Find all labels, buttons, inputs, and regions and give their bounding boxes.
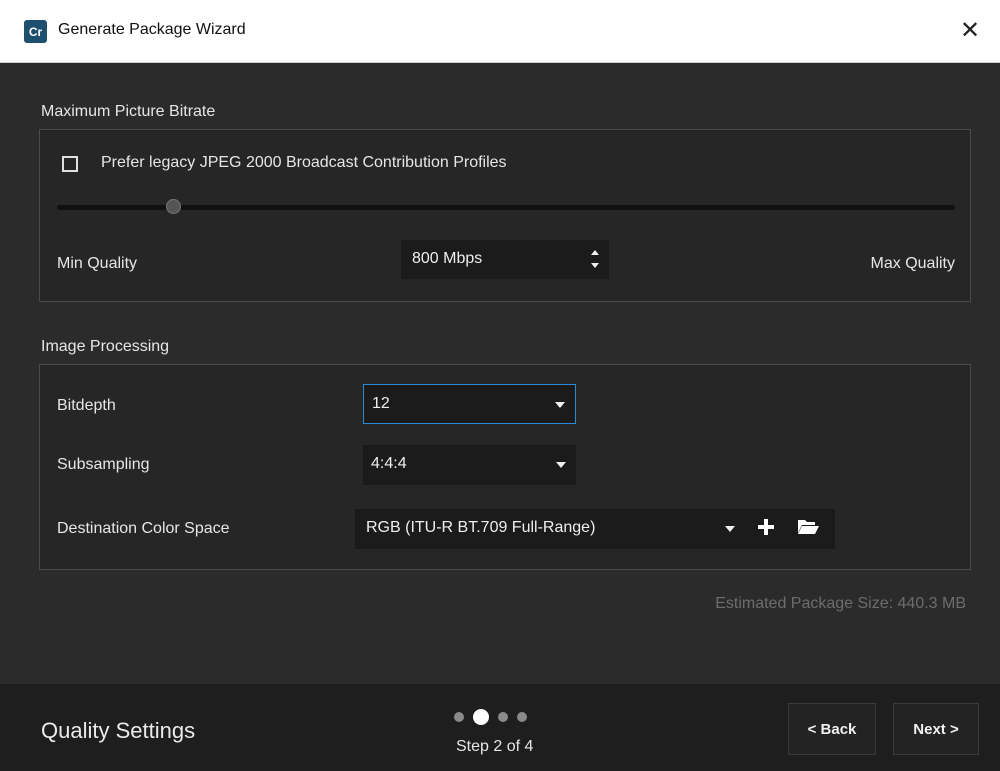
color-space-value: RGB (ITU-R BT.709 Full-Range) xyxy=(366,519,596,536)
bitdepth-value: 12 xyxy=(372,395,390,412)
step-dot xyxy=(454,712,464,722)
folder-open-icon[interactable] xyxy=(797,518,819,536)
close-icon: ✕ xyxy=(959,16,981,44)
next-button[interactable]: Next > xyxy=(893,703,979,755)
image-processing-section-label: Image Processing xyxy=(41,338,170,355)
step-dot xyxy=(498,712,508,722)
chevron-down-icon xyxy=(556,462,566,468)
plus-icon[interactable] xyxy=(757,518,775,536)
min-quality-label: Min Quality xyxy=(57,255,138,272)
legacy-profiles-label[interactable]: Prefer legacy JPEG 2000 Broadcast Contri… xyxy=(101,154,507,172)
bitdepth-dropdown[interactable]: 12 xyxy=(363,384,576,424)
step-dot xyxy=(517,712,527,722)
chevron-down-icon[interactable] xyxy=(725,526,735,532)
bitrate-slider-track[interactable] xyxy=(57,205,955,210)
step-indicator xyxy=(454,709,554,725)
spin-arrows-icon[interactable] xyxy=(589,246,601,272)
step-counter: Step 2 of 4 xyxy=(456,738,534,755)
app-icon: Cr xyxy=(24,20,47,43)
subsampling-dropdown[interactable]: 4:4:4 xyxy=(363,445,576,485)
step-title: Quality Settings xyxy=(41,718,196,743)
spin-up-icon[interactable] xyxy=(591,250,599,255)
window-title: Generate Package Wizard xyxy=(58,21,246,38)
bitrate-value: 800 Mbps xyxy=(412,250,483,267)
spin-down-icon[interactable] xyxy=(591,263,599,268)
destination-color-space-label: Destination Color Space xyxy=(57,520,230,537)
bitrate-spinbox[interactable]: 800 Mbps xyxy=(401,240,609,279)
subsampling-label: Subsampling xyxy=(57,456,150,473)
bitrate-section-label: Maximum Picture Bitrate xyxy=(41,103,216,120)
subsampling-value: 4:4:4 xyxy=(371,455,407,472)
legacy-profiles-checkbox[interactable] xyxy=(62,156,78,172)
back-button[interactable]: < Back xyxy=(788,703,876,755)
max-quality-label: Max Quality xyxy=(870,255,955,272)
close-button[interactable]: ✕ xyxy=(954,14,986,46)
step-dot-active xyxy=(473,709,489,725)
bitdepth-label: Bitdepth xyxy=(57,397,116,414)
estimated-package-size: Estimated Package Size: 440.3 MB xyxy=(715,595,966,612)
chevron-down-icon xyxy=(555,402,565,408)
title-bar: Cr Generate Package Wizard ✕ xyxy=(0,0,1000,63)
